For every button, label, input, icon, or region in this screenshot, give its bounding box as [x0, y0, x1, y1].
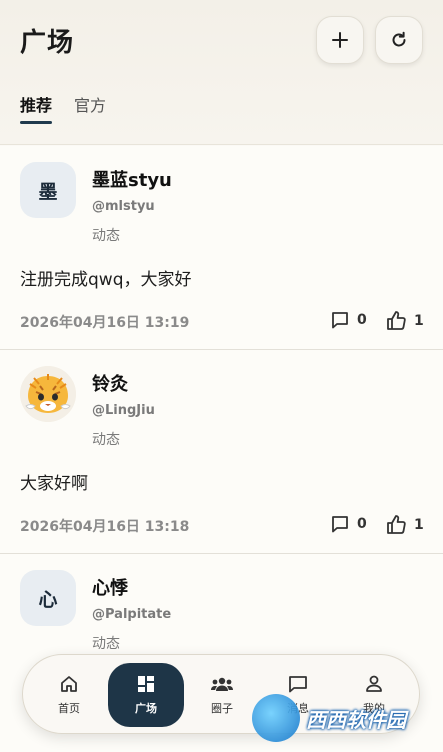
tiger-avatar-image [20, 366, 76, 422]
post-type: 动态 [92, 228, 120, 244]
app-root: 广场 推荐 官方 墨 墨蓝styu @mlstyu 动态 注册完成qwq，大家好… [0, 0, 443, 752]
comment-icon [332, 312, 348, 329]
comment-button[interactable]: 0 [330, 310, 367, 330]
post-handle: @Palpitate [92, 607, 172, 622]
post-handle: @mlstyu [92, 199, 155, 214]
like-button[interactable]: 1 [386, 514, 424, 535]
post-card[interactable]: 墨 墨蓝styu @mlstyu 动态 注册完成qwq，大家好 2026年04月… [0, 146, 443, 350]
avatar[interactable] [20, 366, 76, 422]
nav-label: 广场 [135, 702, 157, 715]
watermark: 西西软件园 [252, 694, 438, 742]
post-username[interactable]: 墨蓝styu [92, 166, 172, 192]
group-icon [211, 677, 233, 691]
comment-count: 0 [357, 312, 367, 328]
thumbs-up-icon [387, 311, 406, 330]
refresh-icon [392, 31, 406, 47]
post-card[interactable]: 铃灸 @LingJiu 动态 大家好啊 2026年04月16日 13:18 0 … [0, 350, 443, 554]
refresh-button[interactable] [375, 16, 423, 64]
message-icon [289, 676, 307, 693]
comment-icon [332, 516, 348, 533]
tab-official[interactable]: 官方 [74, 92, 106, 124]
person-icon [366, 675, 382, 692]
like-button[interactable]: 1 [386, 310, 424, 331]
nav-circle[interactable]: 圈子 [184, 655, 260, 735]
watermark-logo-icon [252, 694, 300, 742]
post-username[interactable]: 心悸 [92, 574, 128, 600]
post-content: 注册完成qwq，大家好 [20, 270, 192, 290]
tab-bar: 推荐 官方 [20, 92, 106, 124]
home-icon [61, 676, 77, 692]
post-type: 动态 [92, 432, 120, 448]
post-time: 2026年04月16日 13:19 [20, 315, 190, 331]
thumbs-up-icon [387, 515, 406, 534]
add-post-button[interactable] [316, 16, 364, 64]
avatar[interactable]: 心 [20, 570, 76, 626]
avatar[interactable]: 墨 [20, 162, 76, 218]
plus-icon [332, 32, 348, 48]
dashboard-icon [138, 676, 154, 692]
comment-count: 0 [357, 516, 367, 532]
nav-label: 圈子 [211, 702, 233, 715]
page-title: 广场 [20, 28, 75, 58]
post-type: 动态 [92, 636, 120, 652]
nav-home[interactable]: 首页 [31, 655, 107, 735]
post-time: 2026年04月16日 13:18 [20, 519, 190, 535]
post-username[interactable]: 铃灸 [92, 370, 128, 396]
header: 广场 推荐 官方 [0, 0, 443, 145]
nav-label: 首页 [58, 702, 80, 715]
post-content: 大家好啊 [20, 474, 88, 494]
nav-square[interactable]: 广场 [108, 663, 184, 727]
post-handle: @LingJiu [92, 403, 155, 418]
tab-recommended[interactable]: 推荐 [20, 92, 53, 124]
like-count: 1 [414, 312, 424, 329]
like-count: 1 [414, 516, 424, 533]
comment-button[interactable]: 0 [330, 514, 367, 534]
watermark-text: 西西软件园 [306, 707, 406, 732]
